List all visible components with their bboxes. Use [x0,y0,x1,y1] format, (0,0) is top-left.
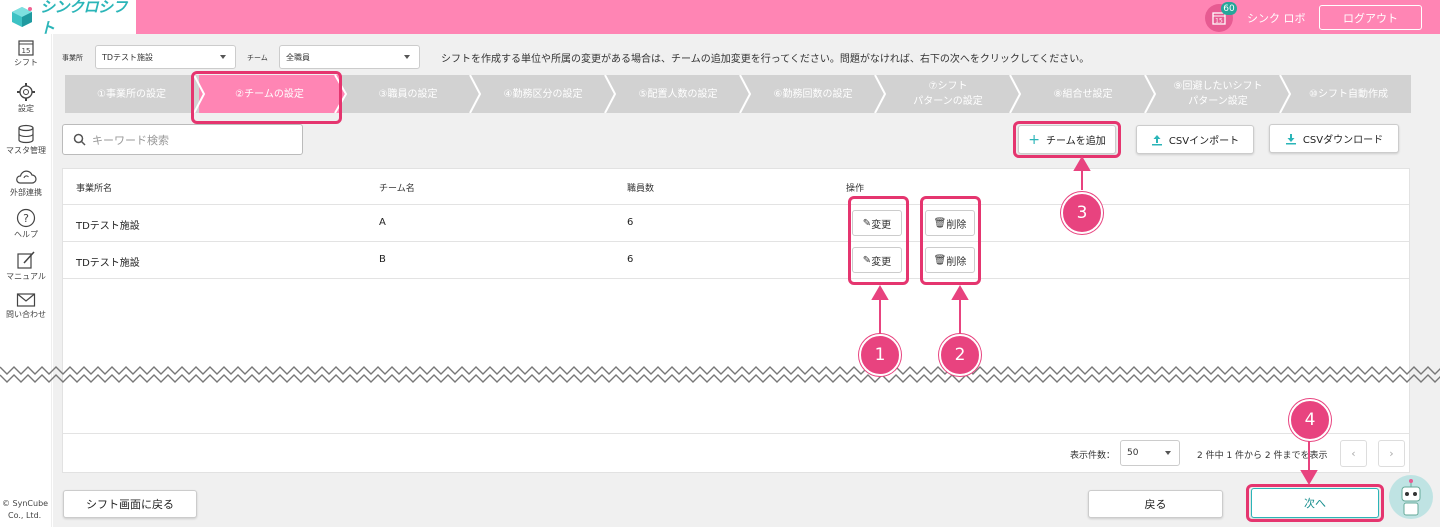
annotation-4: 4 [1289,399,1331,441]
annotation-2: 2 [939,334,981,376]
annotation-1: 1 [859,334,901,376]
annotation-3: 3 [1061,192,1103,234]
annotation-arrows [871,156,1318,485]
